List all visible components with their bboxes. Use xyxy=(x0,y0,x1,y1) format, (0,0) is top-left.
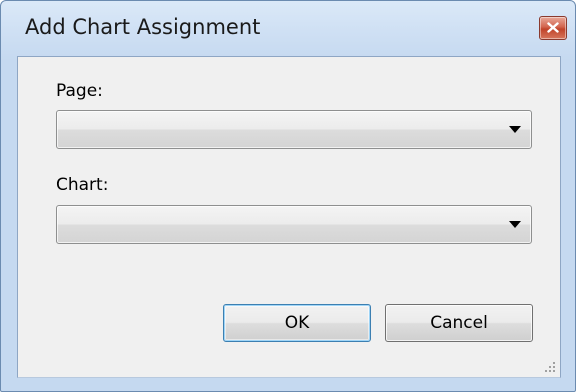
chart-label: Chart: xyxy=(56,175,109,195)
resize-grip-icon[interactable] xyxy=(544,361,556,373)
window-title: Add Chart Assignment xyxy=(25,15,261,39)
close-button[interactable] xyxy=(539,16,567,40)
close-icon xyxy=(547,22,559,33)
title-bar[interactable]: Add Chart Assignment xyxy=(1,1,575,57)
dialog-window: Add Chart Assignment Page: Chart: OK Can… xyxy=(0,0,576,392)
ok-button[interactable]: OK xyxy=(223,304,371,342)
page-label: Page: xyxy=(56,81,103,101)
cancel-button[interactable]: Cancel xyxy=(385,304,533,342)
page-dropdown[interactable] xyxy=(56,110,532,149)
dialog-content: Page: Chart: OK Cancel xyxy=(17,56,561,378)
chart-dropdown[interactable] xyxy=(56,205,532,244)
chevron-down-icon xyxy=(509,126,521,133)
chevron-down-icon xyxy=(509,221,521,228)
